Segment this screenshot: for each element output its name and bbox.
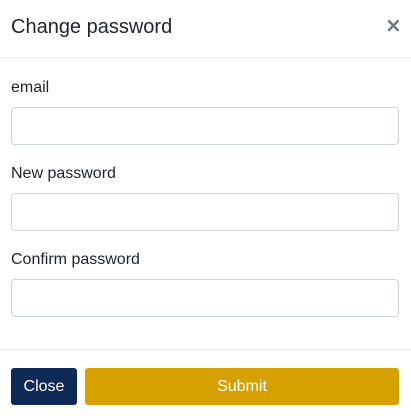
email-label: email	[11, 79, 50, 96]
close-button[interactable]: Close	[11, 368, 77, 405]
modal-footer: Close Submit	[0, 349, 411, 416]
modal-header: Change password ×	[0, 0, 411, 58]
confirm-password-label: Confirm password	[11, 251, 140, 268]
new-password-field[interactable]	[11, 193, 399, 231]
change-password-modal: Change password × email New password Con…	[0, 0, 411, 416]
submit-button[interactable]: Submit	[85, 368, 399, 405]
new-password-label: New password	[11, 165, 116, 182]
close-icon[interactable]: ×	[385, 13, 402, 37]
modal-title: Change password	[11, 16, 173, 38]
email-field[interactable]	[11, 107, 399, 145]
confirm-password-field[interactable]	[11, 279, 399, 317]
modal-body: email New password Confirm password	[0, 58, 411, 349]
